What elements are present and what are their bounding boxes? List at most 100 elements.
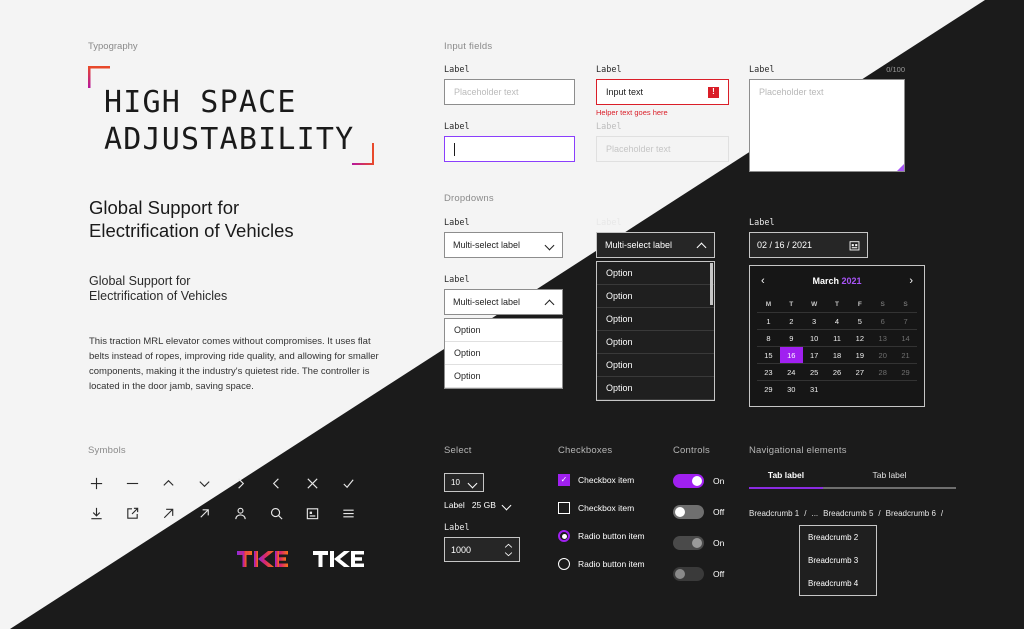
number-stepper[interactable] <box>504 543 513 557</box>
calendar-day[interactable]: 31 <box>802 380 826 397</box>
close-icon[interactable] <box>294 469 330 497</box>
breadcrumb-menu-item[interactable]: Breadcrumb 2 <box>800 526 876 549</box>
chevron-left-icon[interactable]: ‹ <box>761 275 765 287</box>
calendar-day[interactable]: 8 <box>757 329 780 346</box>
search-icon[interactable] <box>258 499 294 527</box>
calendar-day[interactable]: 18 <box>825 346 849 363</box>
calendar-day[interactable]: 30 <box>779 380 803 397</box>
dropdown-option[interactable]: Option <box>445 319 562 342</box>
toggle-knob <box>675 507 685 517</box>
input-default-field[interactable]: Placeholder text <box>444 79 575 105</box>
chevron-right-icon[interactable]: › <box>909 275 913 287</box>
dropdown-closed-trigger[interactable]: Multi-select label <box>444 232 563 258</box>
radio-item-unselected[interactable]: Radio button item <box>558 558 645 570</box>
minus-icon[interactable] <box>114 469 150 497</box>
textarea-field[interactable]: Placeholder text <box>749 79 905 172</box>
dropdown-option[interactable]: Option <box>597 262 714 285</box>
chevron-up-icon[interactable] <box>150 469 186 497</box>
checkbox-item-unchecked[interactable]: Checkbox item <box>558 502 645 514</box>
calendar-day[interactable]: 20 <box>871 346 895 363</box>
calendar-day[interactable]: 14 <box>894 329 917 346</box>
calendar-icon[interactable] <box>849 240 860 251</box>
display-headline-line1: HIGH SPACE <box>104 85 297 120</box>
arrow-up-right-small-icon[interactable] <box>186 499 222 527</box>
textarea-label: Label <box>749 65 775 75</box>
calendar-day[interactable]: 29 <box>894 363 917 380</box>
calendar-day[interactable]: 26 <box>825 363 849 380</box>
calendar-day[interactable]: 1 <box>757 312 780 329</box>
calendar-day[interactable]: 23 <box>757 363 780 380</box>
toggle-switch-off[interactable] <box>673 505 704 519</box>
external-link-icon[interactable] <box>114 499 150 527</box>
tab-inactive[interactable]: Tab label <box>823 470 956 487</box>
calendar-day[interactable]: 29 <box>757 380 780 397</box>
menu-icon[interactable] <box>330 499 366 527</box>
dropdown-open-light-trigger[interactable]: Multi-select label <box>444 289 563 315</box>
dropdown-option[interactable]: Option <box>597 331 714 354</box>
checkbox-item-checked[interactable]: ✓ Checkbox item <box>558 474 645 486</box>
calendar-day[interactable]: 25 <box>802 363 826 380</box>
radio-item-selected[interactable]: Radio button item <box>558 530 645 542</box>
calendar-cell-empty <box>871 380 895 397</box>
inline-select[interactable]: Label 25 GB <box>444 500 511 510</box>
arrow-up-right-icon[interactable] <box>150 499 186 527</box>
input-error-field[interactable]: Input text ! <box>596 79 729 105</box>
plus-icon[interactable] <box>78 469 114 497</box>
calendar-day[interactable]: 9 <box>779 329 803 346</box>
dropdown-open-dark-value: Multi-select label <box>605 240 673 250</box>
toggle-switch-on[interactable] <box>673 474 704 488</box>
calendar-day[interactable]: 3 <box>802 312 826 329</box>
textarea-resize-handle[interactable] <box>897 164 904 171</box>
toggle-row-on[interactable]: On <box>673 474 724 488</box>
calendar-day[interactable]: 7 <box>894 312 917 329</box>
breadcrumb-overflow-ellipsis[interactable]: ... <box>811 509 818 518</box>
dropdown-option[interactable]: Option <box>597 308 714 331</box>
dropdown-option[interactable]: Option <box>445 342 562 365</box>
calendar-day[interactable]: 5 <box>848 312 872 329</box>
calendar-day[interactable]: 11 <box>825 329 849 346</box>
dropdown-option[interactable]: Option <box>597 377 714 400</box>
calendar-day[interactable]: 2 <box>779 312 803 329</box>
datepicker-input[interactable]: 02 / 16 / 2021 <box>749 232 868 258</box>
calendar-day[interactable]: 4 <box>825 312 849 329</box>
datepicker-group: Label 02 / 16 / 2021 ‹ March 2021 › M T … <box>749 218 925 407</box>
calendar-day[interactable]: 28 <box>871 363 895 380</box>
breadcrumb-menu-item[interactable]: Breadcrumb 3 <box>800 549 876 572</box>
chevron-down-icon[interactable] <box>186 469 222 497</box>
calendar-day[interactable]: 16 <box>779 346 803 363</box>
calendar-day[interactable]: 27 <box>848 363 872 380</box>
breadcrumb-item[interactable]: Breadcrumb 6 <box>886 509 936 518</box>
person-icon[interactable] <box>222 499 258 527</box>
breadcrumb-item[interactable]: Breadcrumb 5 <box>823 509 873 518</box>
inline-select-value: 25 GB <box>471 500 496 510</box>
dropdown-option[interactable]: Option <box>445 365 562 388</box>
calendar-day[interactable]: 6 <box>871 312 895 329</box>
calendar-day[interactable]: 24 <box>779 363 803 380</box>
dropdown-option[interactable]: Option <box>597 354 714 377</box>
input-focused-field[interactable] <box>444 136 575 162</box>
chevron-left-icon[interactable] <box>258 469 294 497</box>
calendar-day[interactable]: 19 <box>848 346 872 363</box>
calendar-day[interactable]: 10 <box>802 329 826 346</box>
calendar-icon[interactable] <box>294 499 330 527</box>
number-input-field[interactable]: 1000 <box>444 537 520 562</box>
download-icon[interactable] <box>78 499 114 527</box>
dropdown-open-dark-trigger[interactable]: Multi-select label <box>596 232 715 258</box>
tab-active[interactable]: Tab label <box>749 470 823 487</box>
dropdown-scrollbar[interactable] <box>710 263 713 305</box>
calendar-day[interactable]: 17 <box>802 346 826 363</box>
check-icon[interactable] <box>330 469 366 497</box>
breadcrumb-menu-item[interactable]: Breadcrumb 4 <box>800 572 876 595</box>
breadcrumb-item[interactable]: Breadcrumb 1 <box>749 509 799 518</box>
calendar-day[interactable]: 15 <box>757 346 780 363</box>
subheading-line2: Electrification of Vehicles <box>89 289 228 303</box>
calendar-day[interactable]: 13 <box>871 329 895 346</box>
dropdown-open-light-menu: Option Option Option <box>444 318 563 389</box>
toggle-row-off[interactable]: Off <box>673 505 724 519</box>
dropdown-open-light-label: Label <box>444 275 470 285</box>
calendar-day[interactable]: 12 <box>848 329 872 346</box>
dropdown-option[interactable]: Option <box>597 285 714 308</box>
calendar-day[interactable]: 21 <box>894 346 917 363</box>
page-size-select[interactable]: 10 <box>444 473 484 492</box>
chevron-right-icon[interactable] <box>222 469 258 497</box>
